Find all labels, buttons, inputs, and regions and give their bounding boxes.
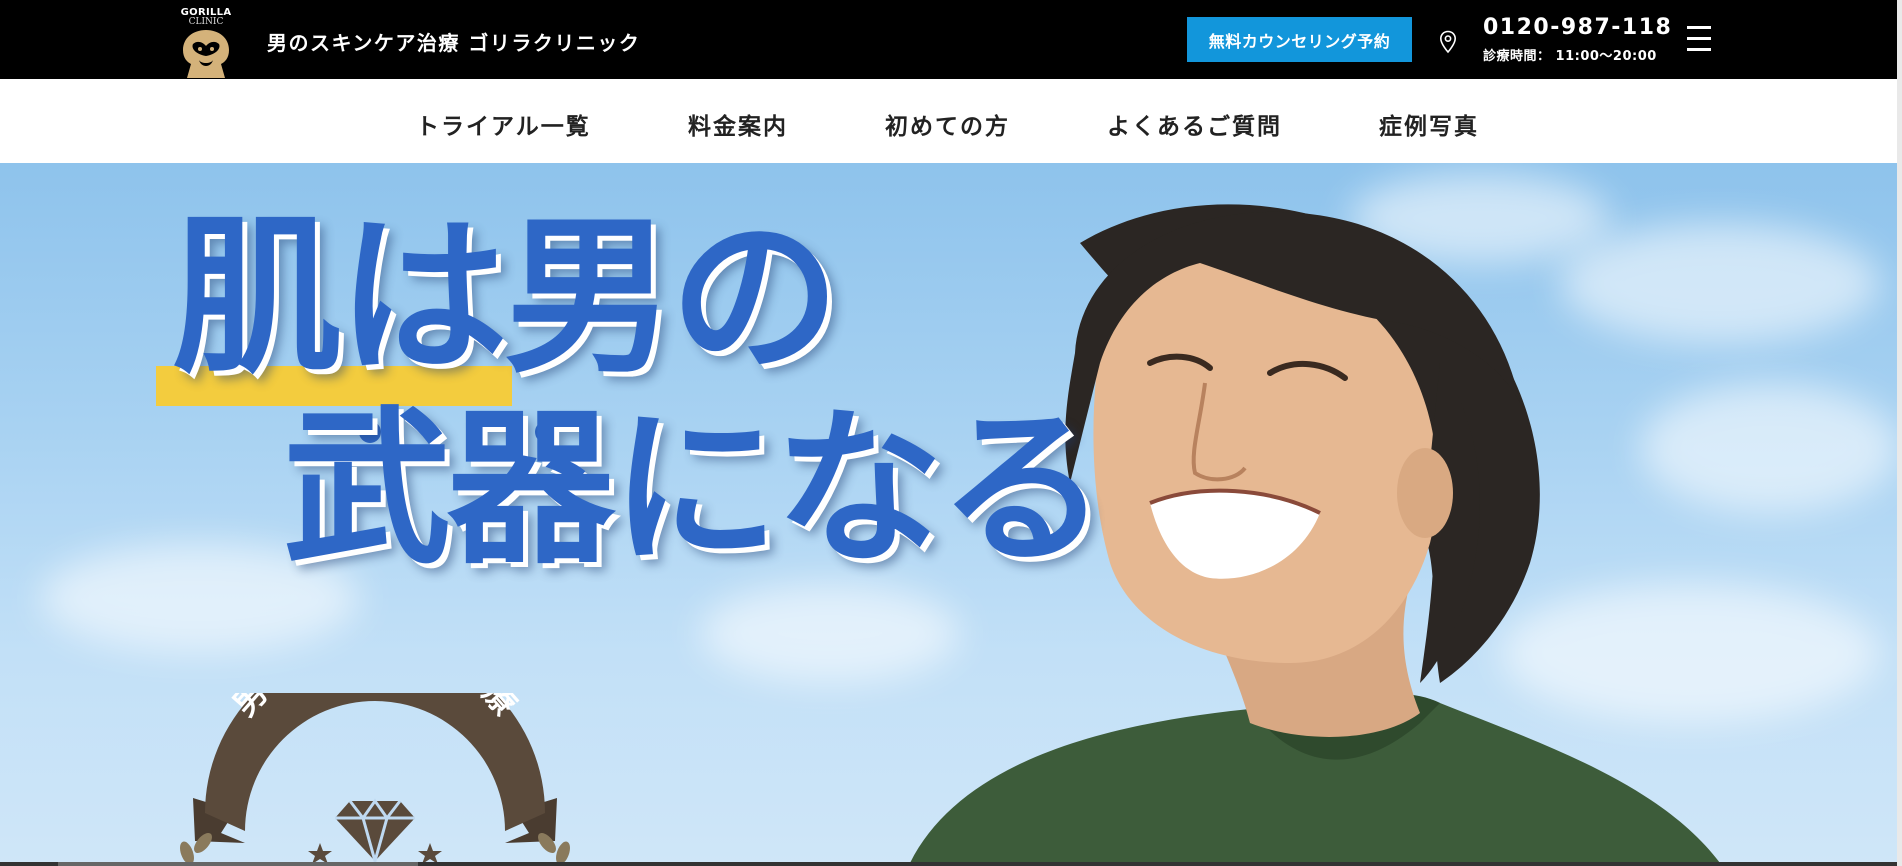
gorilla-logo-icon [183,30,229,78]
hero-headline-line1: 肌は男の [172,199,840,397]
hero-section: 肌は男の 武器になる 男性スキンケア治療 [0,163,1897,863]
site-title[interactable]: 男のスキンケア治療 ゴリラクリニック [267,27,640,56]
nav-item-trial-list[interactable]: トライアル一覧 [416,107,591,141]
page-scroll-indicator [0,862,1897,866]
gorilla-clinic-logo[interactable]: GORILLA CLINIC [176,8,236,80]
top-header-bar: GORILLA CLINIC 男のスキンケア治療 ゴリラクリニック 無料カウンセ… [0,0,1897,79]
nav-item-faq[interactable]: よくあるご質問 [1107,107,1282,141]
hero-headline-line2: 武器になる [283,391,1107,587]
business-hours: 診療時間： 11:00〜20:00 [1483,49,1657,64]
window-scrollbar-track[interactable] [1897,0,1902,866]
mens-skincare-badge: 男性スキンケア治療 [180,693,570,863]
star-icon [418,843,442,863]
main-navigation: トライアル一覧 料金案内 初めての方 よくあるご質問 症例写真 [0,79,1897,163]
map-pin-icon[interactable] [1439,30,1457,54]
phone-number[interactable]: 0120-987-118 [1483,15,1672,40]
free-counseling-reserve-button[interactable]: 無料カウンセリング予約 [1187,17,1412,62]
nav-item-case-photos[interactable]: 症例写真 [1379,107,1479,141]
hamburger-menu-icon[interactable] [1687,26,1711,52]
star-icon [308,843,332,863]
nav-item-first-time[interactable]: 初めての方 [885,107,1010,141]
logo-wordmark-bottom: CLINIC [188,17,224,27]
diamond-icon [335,798,415,863]
nav-item-pricing[interactable]: 料金案内 [688,107,788,141]
